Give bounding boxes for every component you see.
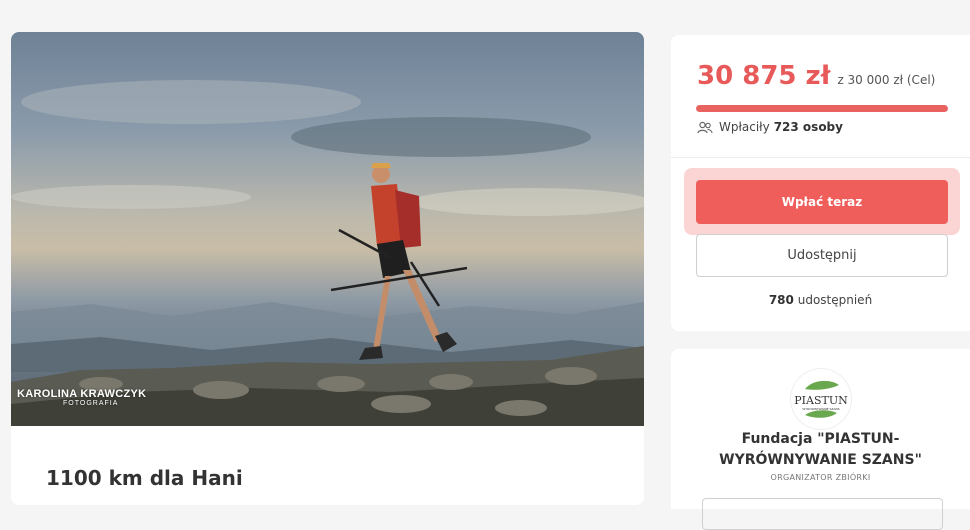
people-icon [697, 121, 713, 133]
donation-panel: 30 875 zł z 30 000 zł (Cel) Wpłaciły 723… [671, 35, 970, 331]
shares-count: 780 [768, 293, 794, 307]
shares-info: 780 udostępnień [671, 293, 970, 307]
progress-fill [696, 105, 948, 112]
donors-info: Wpłaciły 723 osoby [697, 120, 843, 134]
watermark-name: KAROLINA KRAWCZYK [17, 388, 147, 400]
logo-text: PIASTUN [794, 394, 848, 407]
shares-suffix: udostępnień [797, 293, 873, 307]
donate-now-button[interactable]: Wpłać teraz [696, 180, 948, 224]
goal-text: z 30 000 zł (Cel) [837, 73, 936, 87]
campaign-photo[interactable]: KAROLINA KRAWCZYK FOTOGRAFIA [11, 32, 644, 426]
leaf-logo-icon: PIASTUN WYRÓWNYWANIE SZANS [794, 380, 848, 418]
organizer-panel: PIASTUN WYRÓWNYWANIE SZANS Fundacja "PIA… [671, 349, 970, 530]
hiker-scene [11, 80, 644, 426]
amount-row: 30 875 zł z 30 000 zł (Cel) [697, 61, 935, 91]
divider [671, 157, 970, 158]
organizer-logo[interactable]: PIASTUN WYRÓWNYWANIE SZANS [791, 369, 851, 429]
watermark-sub: FOTOGRAFIA [63, 400, 119, 408]
campaign-title: 1100 km dla Hani [46, 466, 243, 490]
donors-prefix: Wpłaciły [719, 120, 770, 134]
amount-raised: 30 875 zł [697, 61, 831, 91]
photo-watermark: KAROLINA KRAWCZYK FOTOGRAFIA [17, 388, 146, 408]
organizer-role: ORGANIZATOR ZBIÓRKI [770, 473, 871, 482]
donors-count: 723 osoby [773, 120, 843, 134]
organizer-name[interactable]: Fundacja "PIASTUN-WYRÓWNYWANIE SZANS" [691, 429, 950, 471]
share-button[interactable]: Udostępnij [696, 234, 948, 277]
progress-bar [696, 105, 948, 112]
organizer-contact-button[interactable] [702, 498, 943, 530]
campaign-card: KAROLINA KRAWCZYK FOTOGRAFIA 1100 km dla… [11, 32, 644, 505]
